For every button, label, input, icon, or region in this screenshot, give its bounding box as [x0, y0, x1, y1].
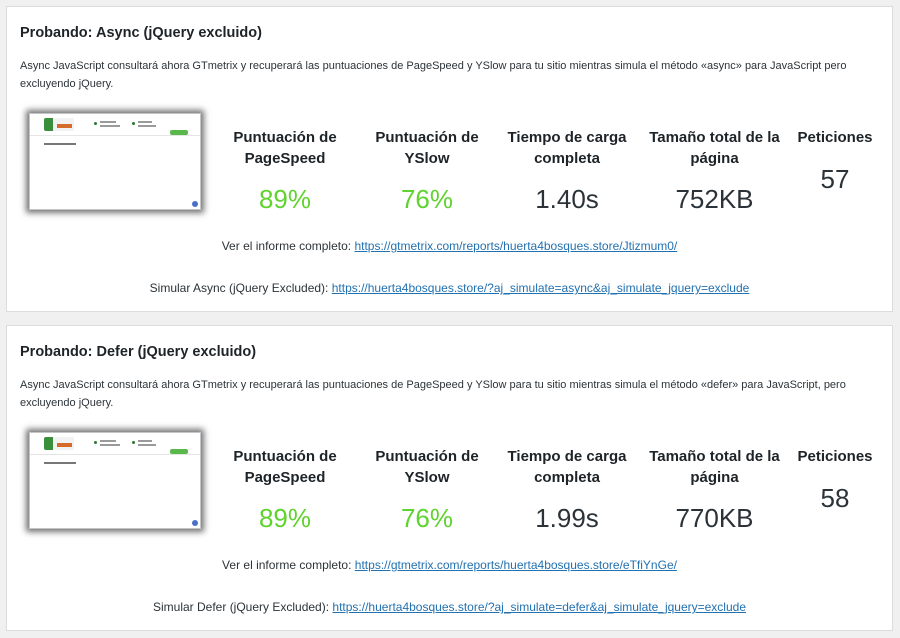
card-description: Async JavaScript consultará ahora GTmetr…: [20, 379, 846, 409]
metric-label: Peticiones: [797, 448, 873, 465]
metric-label: Puntuación de YSlow: [375, 448, 479, 486]
simulate-prefix: Simular Defer (jQuery Excluded):: [153, 600, 330, 614]
metric-value: 89%: [258, 184, 312, 214]
pagespeed-metric: Puntuación de PageSpeed 89%: [224, 128, 346, 214]
metric-label: Peticiones: [797, 129, 873, 146]
simulate-prefix: Simular Async (jQuery Excluded):: [149, 281, 329, 295]
metric-value: 1.99s: [535, 503, 599, 533]
requests-metric: Peticiones 57: [789, 128, 881, 194]
requests-metric: Peticiones 58: [789, 447, 881, 513]
metric-value: 57: [820, 163, 850, 194]
recaptcha-icon: [192, 201, 198, 207]
metric-label: Puntuación de PageSpeed: [233, 448, 337, 486]
report-prefix: Ver el informe completo:: [222, 558, 352, 572]
site-logo-icon: [44, 118, 74, 131]
simulate-link[interactable]: https://huerta4bosques.store/?aj_simulat…: [332, 281, 750, 295]
metric-value: 1.40s: [535, 184, 599, 214]
metric-label: Puntuación de YSlow: [375, 129, 479, 167]
thumbnail-button: [170, 130, 188, 135]
pagespeed-metric: Puntuación de PageSpeed 89%: [224, 447, 346, 533]
metric-value: 76%: [400, 503, 454, 533]
load-time-metric: Tiempo de carga completa 1.40s: [497, 128, 637, 214]
page-screenshot-thumbnail: [29, 113, 201, 210]
yslow-metric: Puntuación de YSlow 76%: [367, 128, 487, 214]
metric-label: Tamaño total de la página: [649, 448, 780, 486]
card-title: Probando: Async (jQuery excluido): [20, 25, 262, 41]
site-logo-icon: [44, 437, 74, 450]
metric-value: 770KB: [675, 503, 754, 533]
test-card-async: Probando: Async (jQuery excluido) Async …: [6, 6, 893, 312]
test-card-defer: Probando: Defer (jQuery excluido) Async …: [6, 325, 893, 631]
thumbnail-header: [30, 433, 200, 455]
metric-value: 76%: [400, 184, 454, 214]
metric-value: 58: [820, 482, 850, 513]
page-size-metric: Tamaño total de la página 752KB: [647, 128, 782, 214]
metric-value: 752KB: [675, 184, 754, 214]
metric-label: Tamaño total de la página: [649, 129, 780, 167]
thumbnail-button: [170, 449, 188, 454]
yslow-metric: Puntuación de YSlow 76%: [367, 447, 487, 533]
metric-label: Puntuación de PageSpeed: [233, 129, 337, 167]
metric-value: 89%: [258, 503, 312, 533]
load-time-metric: Tiempo de carga completa 1.99s: [497, 447, 637, 533]
simulate-line: Simular Async (jQuery Excluded): https:/…: [7, 281, 892, 295]
metric-label: Tiempo de carga completa: [507, 448, 627, 486]
card-title: Probando: Defer (jQuery excluido): [20, 344, 257, 360]
simulate-line: Simular Defer (jQuery Excluded): https:/…: [7, 600, 892, 614]
page-screenshot-thumbnail: [29, 432, 201, 529]
thumbnail-header: [30, 114, 200, 136]
report-line: Ver el informe completo: https://gtmetri…: [7, 239, 892, 253]
report-link[interactable]: https://gtmetrix.com/reports/huerta4bosq…: [354, 239, 677, 253]
report-line: Ver el informe completo: https://gtmetri…: [7, 558, 892, 572]
simulate-link[interactable]: https://huerta4bosques.store/?aj_simulat…: [332, 600, 746, 614]
metric-label: Tiempo de carga completa: [507, 129, 627, 167]
page-size-metric: Tamaño total de la página 770KB: [647, 447, 782, 533]
card-description: Async JavaScript consultará ahora GTmetr…: [20, 60, 847, 90]
report-prefix: Ver el informe completo:: [221, 239, 352, 253]
recaptcha-icon: [192, 520, 198, 526]
report-link[interactable]: https://gtmetrix.com/reports/huerta4bosq…: [355, 558, 677, 572]
